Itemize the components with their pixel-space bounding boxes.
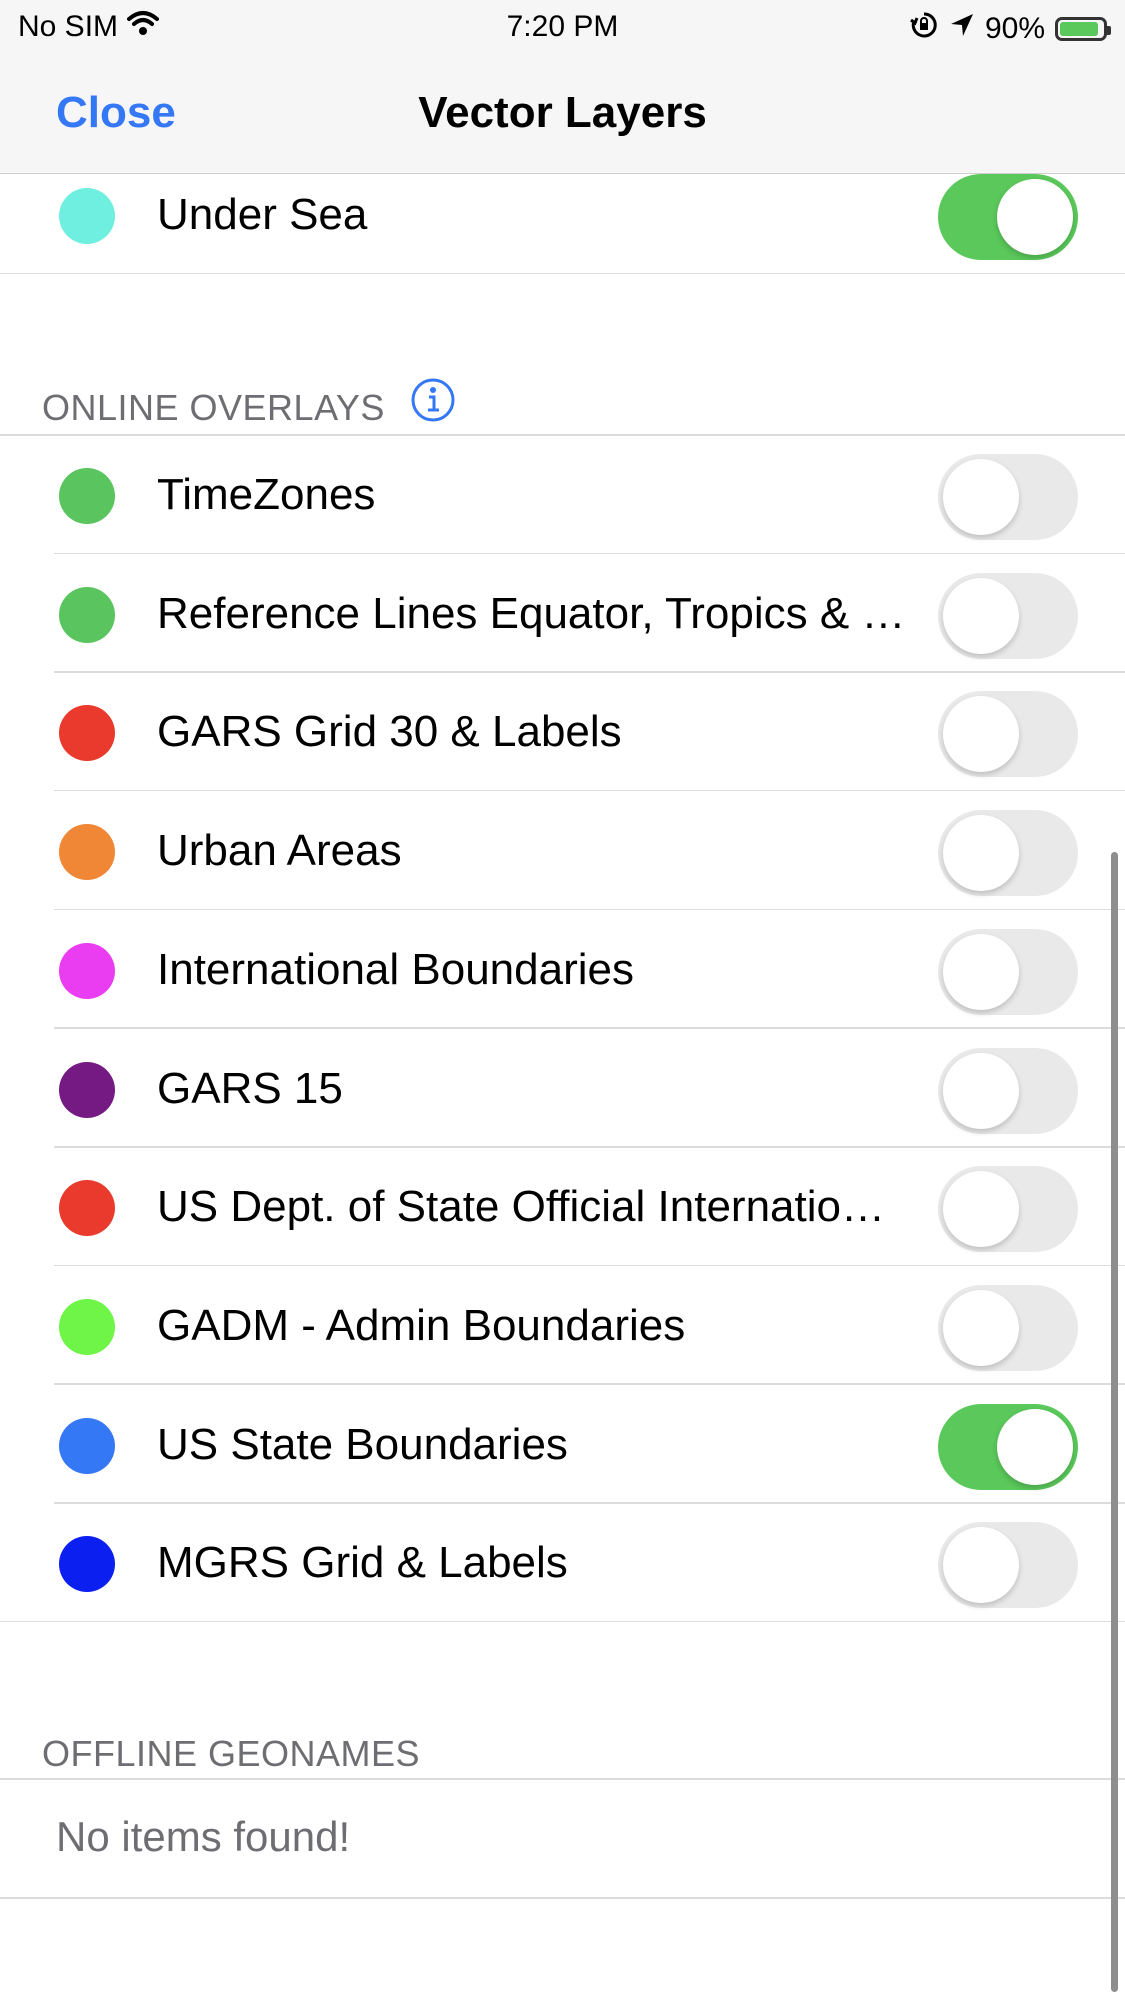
layer-color-dot — [59, 1417, 115, 1474]
page-title: Vector Layers — [418, 88, 707, 137]
layer-toggle[interactable] — [938, 1047, 1078, 1134]
empty-state-text: No items found! — [56, 1813, 351, 1860]
layer-color-dot — [59, 705, 115, 762]
layer-toggle[interactable] — [938, 174, 1078, 260]
layer-toggle[interactable] — [938, 454, 1078, 540]
section-bottom-separator — [0, 1897, 1125, 1899]
battery-charging-icon — [1055, 17, 1111, 41]
layer-label: International Boundaries — [157, 944, 634, 994]
toggle-knob — [943, 1527, 1019, 1604]
battery-percent: 90% — [984, 12, 1045, 45]
layer-color-dot — [59, 1536, 115, 1593]
toggle-knob — [943, 1171, 1019, 1248]
layer-row: International Boundaries — [0, 911, 1125, 1029]
section-header-offline-geonames: OFFLINE GEONAMES — [42, 1733, 421, 1774]
layer-toggle[interactable] — [938, 1284, 1078, 1371]
battery-level — [1060, 22, 1098, 36]
layer-label: TimeZones — [157, 470, 376, 519]
layer-row: Urban Areas — [0, 792, 1125, 911]
layer-row: US Dept. of State Official International… — [0, 1148, 1125, 1267]
layer-toggle[interactable] — [938, 1166, 1078, 1253]
toggle-knob — [943, 933, 1019, 1010]
row-separator — [0, 1620, 1125, 1623]
layer-color-dot — [59, 1180, 115, 1237]
row-separator — [0, 272, 1125, 274]
layer-label: US Dept. of State Official International… — [157, 1182, 897, 1232]
layer-toggle[interactable] — [938, 928, 1078, 1015]
layer-toggle[interactable] — [938, 1522, 1078, 1609]
layer-label: GARS Grid 30 & Labels — [157, 707, 622, 757]
layer-label: US State Boundaries — [157, 1419, 568, 1469]
toggle-knob — [943, 577, 1019, 654]
layer-color-dot — [59, 1298, 115, 1355]
layer-label: Under Sea — [157, 190, 368, 239]
toggle-knob — [943, 815, 1019, 892]
toggle-knob — [997, 179, 1073, 255]
layer-row: GADM - Admin Boundaries — [0, 1267, 1125, 1385]
layer-toggle[interactable] — [938, 810, 1078, 897]
location-arrow-icon — [949, 12, 975, 46]
layer-color-dot — [59, 1061, 115, 1118]
layer-color-dot — [59, 942, 115, 999]
layer-toggle[interactable] — [938, 1403, 1078, 1490]
orientation-lock-icon — [909, 10, 939, 48]
layer-label: GADM - Admin Boundaries — [157, 1300, 686, 1350]
layer-label: MGRS Grid & Labels — [157, 1538, 568, 1588]
layer-row: Reference Lines Equator, Tropics & Polar… — [0, 555, 1125, 673]
layer-row: MGRS Grid & Labels — [0, 1504, 1125, 1623]
toggle-knob — [943, 696, 1019, 773]
toggle-knob — [997, 1408, 1073, 1485]
toggle-knob — [943, 1289, 1019, 1366]
info-icon[interactable] — [410, 377, 456, 423]
layer-label: Urban Areas — [157, 826, 402, 876]
layer-row: GARS 15 — [0, 1030, 1125, 1148]
status-bar: No SIM 7:20 PM 90% — [0, 0, 1125, 56]
toggle-knob — [943, 1052, 1019, 1129]
vertical-scrollbar[interactable] — [1111, 852, 1118, 1992]
layer-color-dot — [59, 188, 115, 244]
layer-label: GARS 15 — [157, 1063, 343, 1113]
layer-toggle[interactable] — [938, 572, 1078, 659]
layer-row-under-sea: Under Sea — [0, 158, 1125, 274]
layer-color-dot — [59, 824, 115, 881]
status-right: 90% — [909, 10, 1111, 48]
section-top-separator — [0, 1778, 1125, 1780]
layer-row: TimeZones — [0, 436, 1125, 554]
layer-toggle[interactable] — [938, 691, 1078, 778]
layer-label: Reference Lines Equator, Tropics & Polar… — [157, 588, 917, 638]
layer-row: GARS Grid 30 & Labels — [0, 673, 1125, 792]
layer-color-dot — [59, 468, 115, 524]
section-header-online-overlays: ONLINE OVERLAYS — [42, 387, 385, 428]
layer-row: US State Boundaries — [0, 1386, 1125, 1504]
layer-color-dot — [59, 586, 115, 643]
navigation-bar: Close Vector Layers — [0, 56, 1125, 174]
toggle-knob — [943, 459, 1019, 535]
